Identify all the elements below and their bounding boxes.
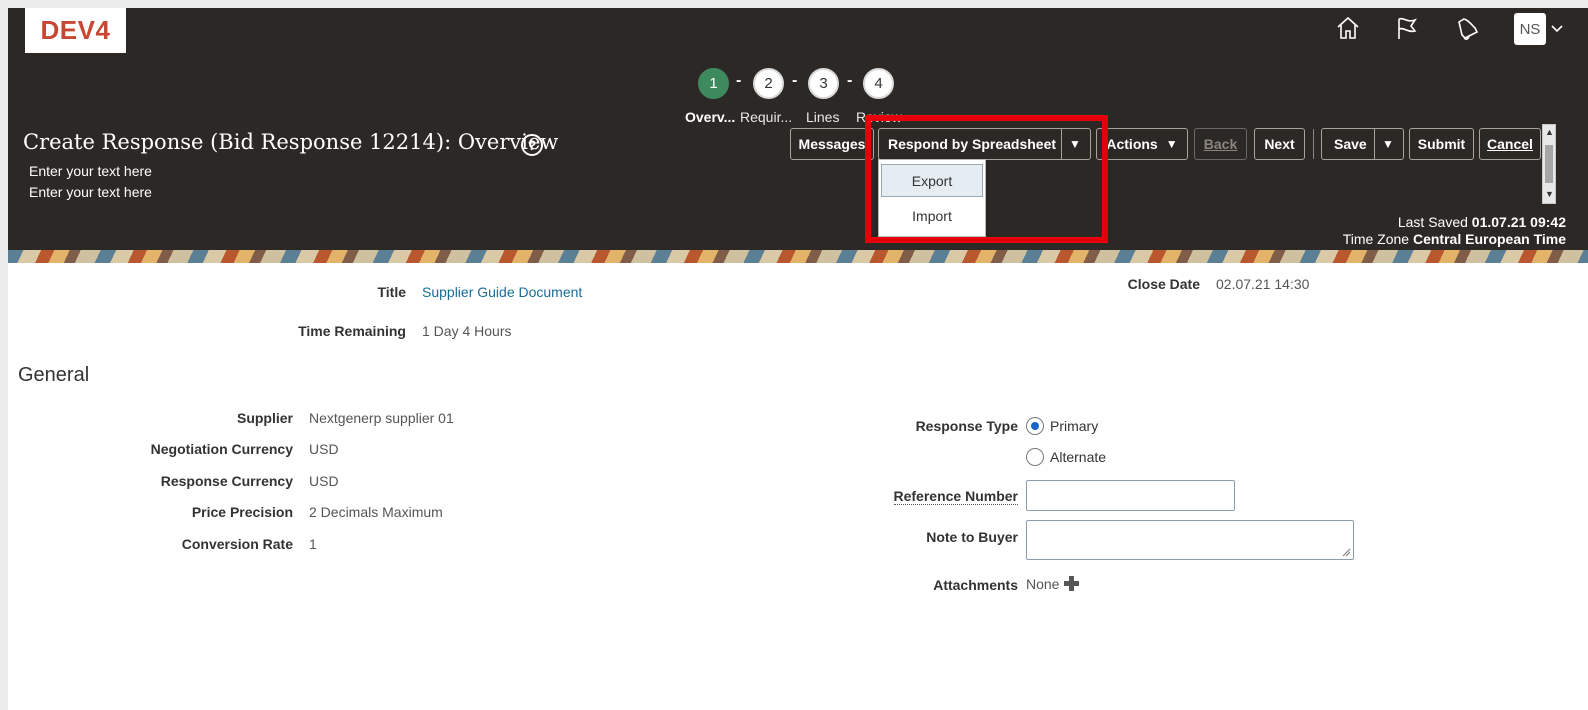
- response-currency-value: USD: [309, 473, 339, 489]
- time-remaining-value: 1 Day 4 Hours: [422, 323, 512, 339]
- response-type-alternate-radio[interactable]: [1026, 448, 1044, 466]
- train-step-3-label[interactable]: Lines: [806, 109, 839, 125]
- home-icon[interactable]: [1334, 14, 1362, 42]
- close-date-label: Close Date: [1127, 276, 1200, 292]
- train-step-4-label[interactable]: Review: [856, 109, 902, 125]
- toolbar-separator: [1313, 129, 1314, 159]
- response-type-primary-radio[interactable]: [1026, 417, 1044, 435]
- export-menu-item[interactable]: Export: [881, 164, 983, 197]
- train-step-2-label[interactable]: Requir...: [740, 109, 792, 125]
- response-type-label: Response Type: [915, 418, 1018, 434]
- button-divider: [1374, 129, 1375, 159]
- note-to-buyer-textarea[interactable]: [1026, 520, 1354, 560]
- page-title: Create Response (Bid Response 12214): Ov…: [23, 130, 559, 154]
- back-button: Back: [1194, 128, 1247, 160]
- timezone-status: Time Zone Central European Time: [1343, 231, 1566, 247]
- train-step-1-label[interactable]: Overv...: [685, 109, 735, 125]
- note-to-buyer-label: Note to Buyer: [926, 529, 1018, 545]
- price-precision-label: Price Precision: [191, 504, 293, 520]
- attachments-label: Attachments: [933, 577, 1018, 593]
- response-type-primary-label[interactable]: Primary: [1050, 418, 1098, 434]
- save-button[interactable]: Save ▼: [1321, 128, 1404, 160]
- train-step-1[interactable]: 1: [698, 68, 729, 99]
- respond-dropdown-icon[interactable]: ▼: [1069, 137, 1081, 151]
- import-menu-item[interactable]: Import: [881, 199, 983, 232]
- scroll-up-icon[interactable]: ▲: [1545, 127, 1554, 137]
- price-precision-value: 2 Decimals Maximum: [309, 504, 443, 520]
- header-scrollbar[interactable]: ▲ ▼: [1542, 124, 1556, 204]
- time-remaining-label: Time Remaining: [298, 323, 406, 339]
- actions-dropdown-icon: ▼: [1165, 137, 1178, 151]
- instruction-text: Enter your text here: [29, 163, 152, 179]
- help-icon[interactable]: ?: [521, 134, 543, 156]
- reference-number-label-text: Reference Number: [893, 488, 1018, 505]
- conversion-rate-value: 1: [309, 536, 317, 552]
- flag-icon[interactable]: [1393, 14, 1421, 42]
- train-step-2[interactable]: 2: [753, 68, 784, 99]
- train-separator: -: [792, 72, 798, 89]
- back-label: Back: [1203, 136, 1238, 152]
- response-currency-label: Response Currency: [160, 473, 293, 489]
- supplier-label: Supplier: [236, 410, 293, 426]
- response-type-alternate-label[interactable]: Alternate: [1050, 449, 1106, 465]
- scrollbar-thumb[interactable]: [1545, 145, 1553, 183]
- messages-button[interactable]: Messages: [790, 128, 874, 160]
- chevron-down-icon[interactable]: [1550, 22, 1564, 36]
- bell-icon[interactable]: [1453, 14, 1481, 42]
- train-separator: -: [847, 72, 853, 89]
- spreadsheet-menu: Export Import: [878, 159, 986, 237]
- negotiation-currency-value: USD: [309, 441, 339, 457]
- reference-number-input[interactable]: [1026, 480, 1235, 511]
- next-label: Next: [1264, 136, 1295, 152]
- timezone-value: Central European Time: [1412, 231, 1566, 247]
- title-label: Title: [377, 284, 406, 300]
- last-saved-value: 01.07.21 09:42: [1471, 214, 1566, 230]
- train-step-3[interactable]: 3: [808, 68, 839, 99]
- respond-by-spreadsheet-label: Respond by Spreadsheet: [888, 136, 1057, 152]
- last-saved-status: Last Saved 01.07.21 09:42: [1398, 214, 1566, 230]
- cancel-label: Cancel: [1487, 136, 1533, 152]
- actions-button[interactable]: Actions ▼: [1096, 128, 1188, 160]
- application-frame: DEV4 NS 1 - 2 - 3 - 4 Overv... Requir...…: [8, 8, 1588, 710]
- decorative-banner: [8, 250, 1588, 263]
- save-dropdown-icon[interactable]: ▼: [1382, 137, 1394, 151]
- attachments-value: None: [1026, 576, 1060, 592]
- add-attachment-icon[interactable]: [1063, 575, 1080, 592]
- title-link[interactable]: Supplier Guide Document: [422, 284, 582, 300]
- respond-by-spreadsheet-button[interactable]: Respond by Spreadsheet ▼: [878, 128, 1091, 160]
- negotiation-currency-label: Negotiation Currency: [150, 441, 293, 457]
- instruction-text: Enter your text here: [29, 184, 152, 200]
- actions-label: Actions: [1106, 136, 1158, 152]
- scroll-down-icon[interactable]: ▼: [1545, 189, 1554, 199]
- save-label: Save: [1334, 136, 1367, 152]
- last-saved-label: Last Saved: [1397, 214, 1468, 230]
- resize-handle-icon[interactable]: [1342, 548, 1351, 557]
- user-avatar[interactable]: NS: [1514, 13, 1546, 45]
- button-divider: [1061, 129, 1062, 159]
- submit-button[interactable]: Submit: [1409, 128, 1474, 160]
- cancel-button[interactable]: Cancel: [1479, 128, 1541, 160]
- next-button[interactable]: Next: [1254, 128, 1305, 160]
- supplier-value: Nextgenerp supplier 01: [309, 410, 454, 426]
- close-date-value: 02.07.21 14:30: [1216, 276, 1310, 292]
- reference-number-label: Reference Number: [868, 488, 1018, 505]
- conversion-rate-label: Conversion Rate: [181, 536, 293, 552]
- train-separator: -: [736, 72, 742, 89]
- general-section-heading: General: [18, 364, 90, 386]
- timezone-label: Time Zone: [1342, 231, 1410, 247]
- train-step-4[interactable]: 4: [863, 68, 894, 99]
- environment-logo[interactable]: DEV4: [25, 8, 126, 53]
- global-header: DEV4 NS 1 - 2 - 3 - 4 Overv... Requir...…: [8, 8, 1588, 250]
- submit-label: Submit: [1417, 136, 1466, 152]
